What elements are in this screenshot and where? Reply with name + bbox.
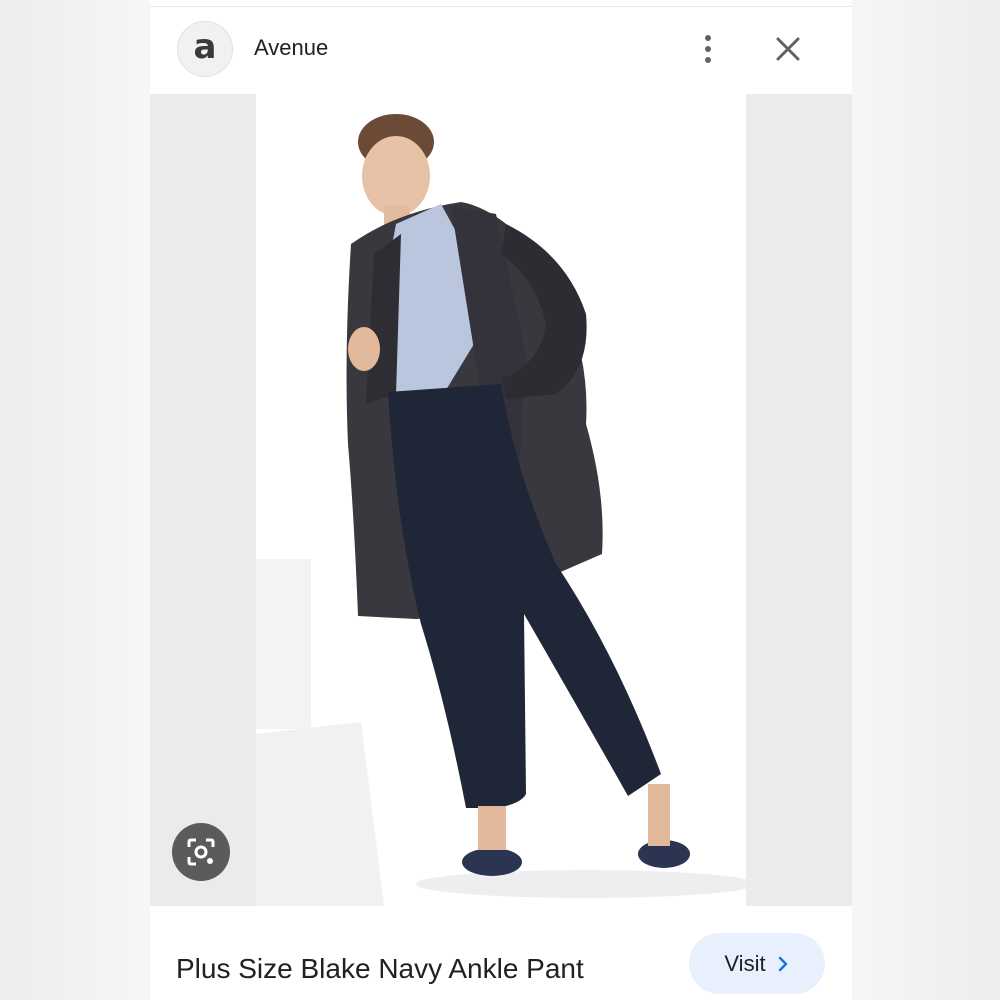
visit-button[interactable]: Visit	[689, 933, 825, 994]
more-vert-icon[interactable]	[695, 27, 721, 71]
chevron-right-icon	[778, 956, 787, 971]
site-logo-letter: a	[193, 27, 217, 67]
close-icon[interactable]	[772, 33, 804, 65]
product-title[interactable]: Plus Size Blake Navy Ankle Pant	[176, 953, 584, 985]
panel-header: a Avenue	[150, 7, 852, 94]
lens-search-icon[interactable]	[172, 823, 230, 881]
image-result-panel: a Avenue Plus Size Blake Navy Ankle Pant…	[150, 0, 852, 1000]
visit-button-label: Visit	[724, 950, 766, 976]
site-name[interactable]: Avenue	[254, 35, 328, 61]
result-footer: Plus Size Blake Navy Ankle Pant Visit	[150, 906, 852, 1000]
image-viewer	[150, 94, 852, 906]
screen: a Avenue Plus Size Blake Navy Ankle Pant…	[0, 0, 1000, 1000]
site-logo[interactable]: a	[177, 21, 233, 77]
product-photo[interactable]	[256, 94, 746, 906]
